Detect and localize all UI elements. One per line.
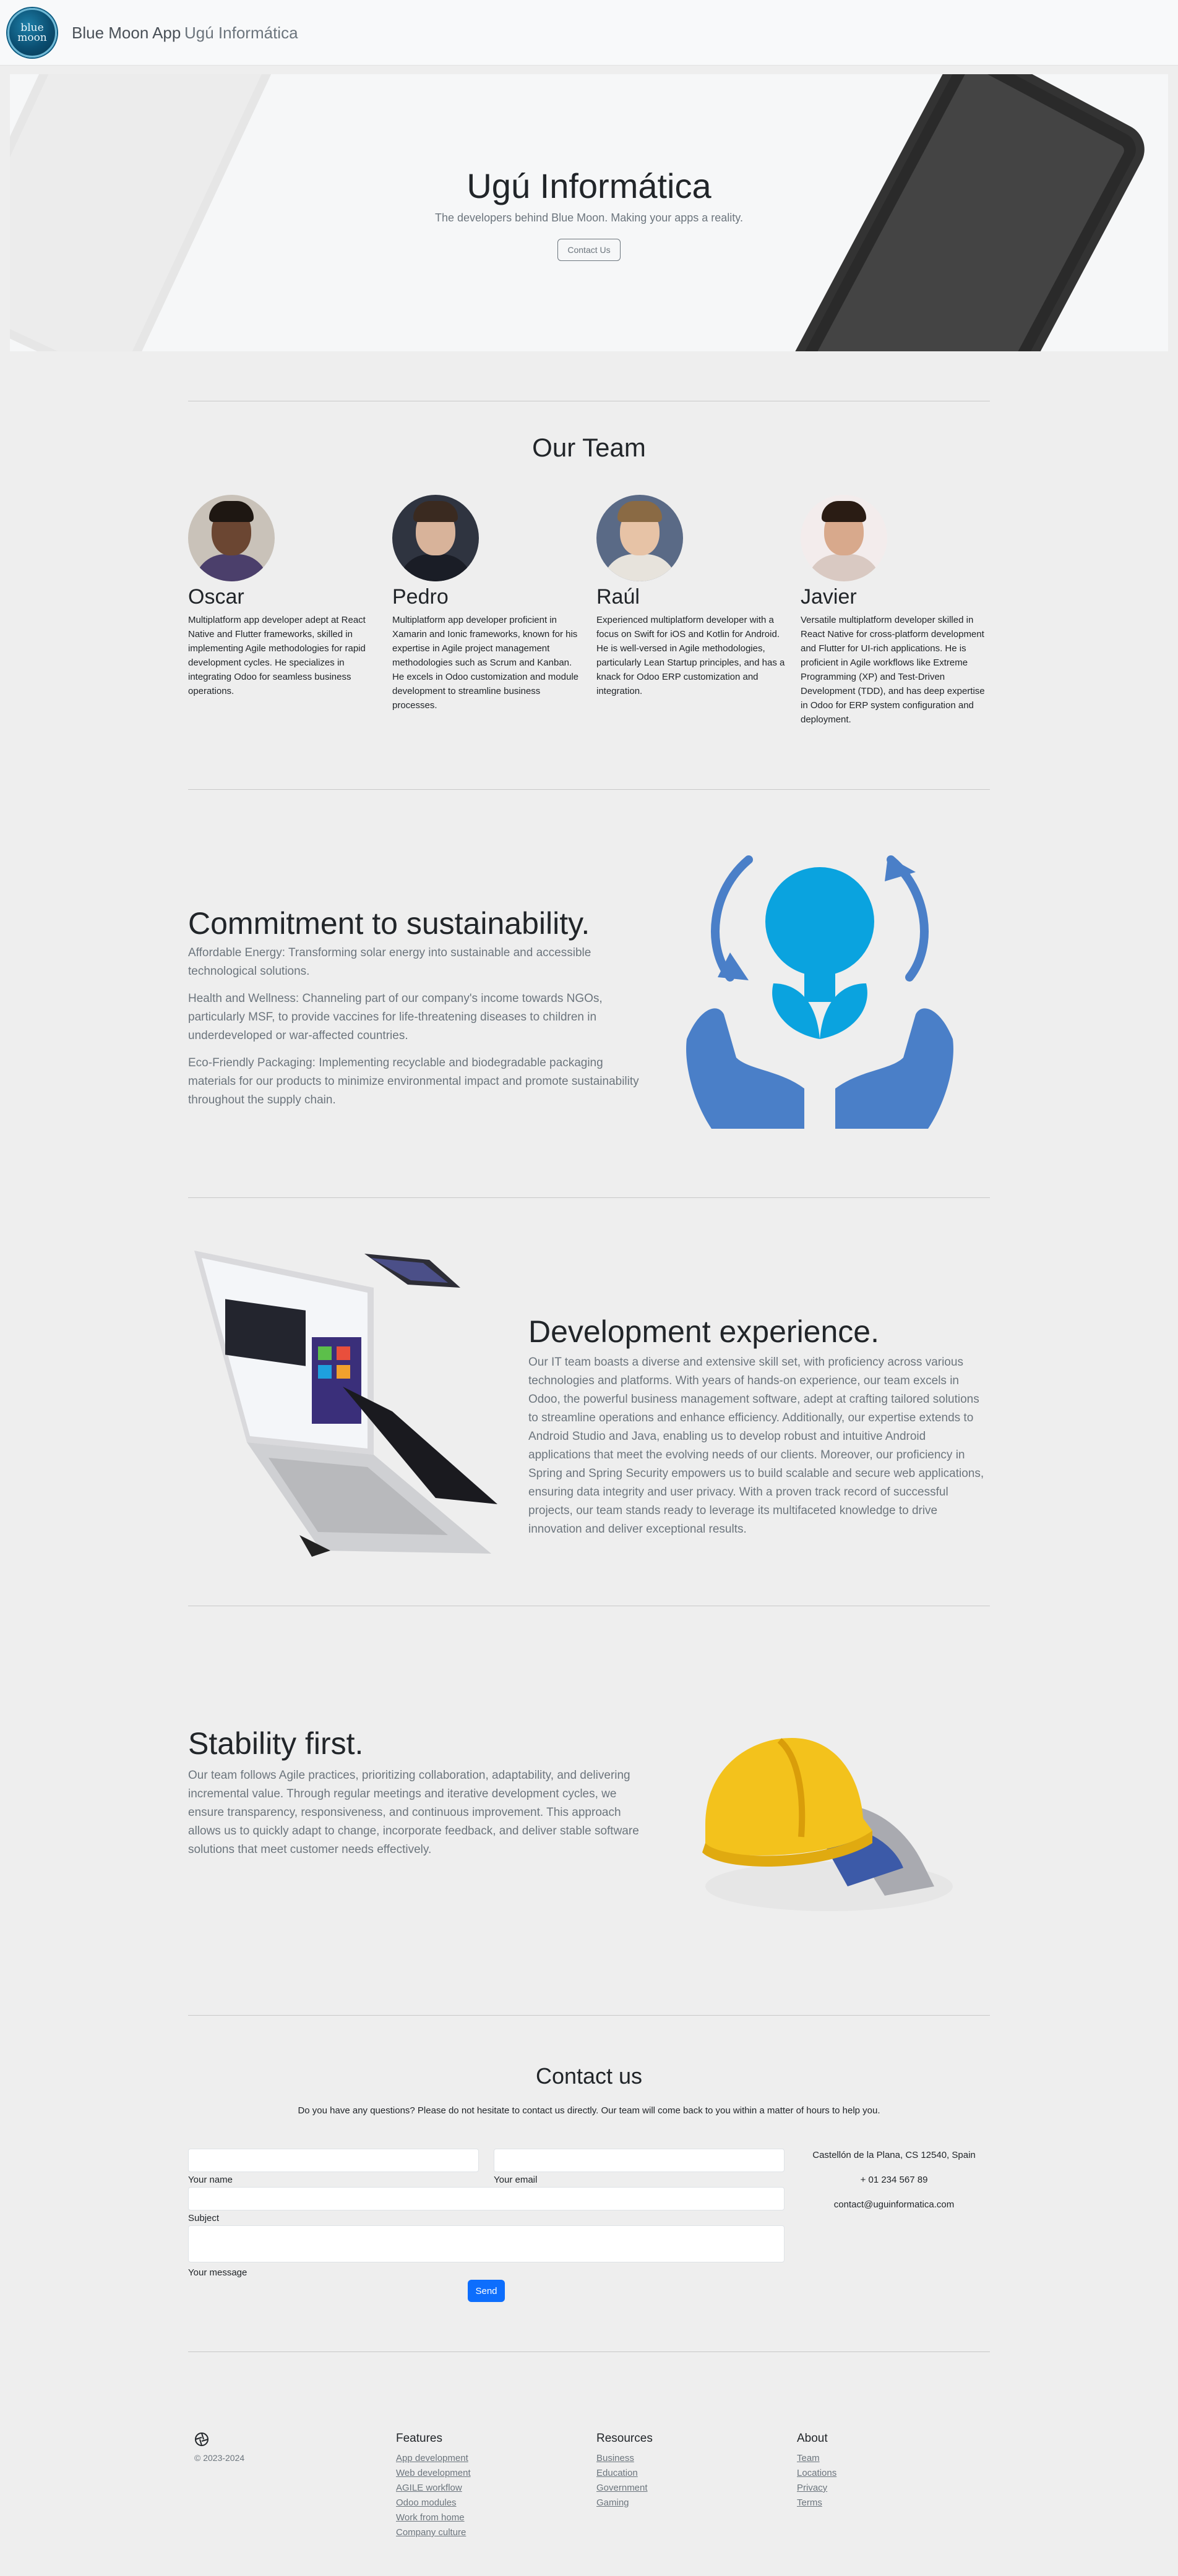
message-label: Your message bbox=[188, 2267, 247, 2278]
member-description: Experienced multiplatform developer with… bbox=[596, 615, 785, 696]
footer-link[interactable]: Web development bbox=[396, 2468, 471, 2478]
contact-email[interactable]: contact@uguinformatica.com bbox=[798, 2199, 990, 2210]
stability-title: Stability first. bbox=[188, 1726, 364, 1761]
contact-address: Castellón de la Plana, CS 12540, Spain bbox=[812, 2150, 976, 2160]
team-member-raul: Raúl Experienced multiplatform developer… bbox=[596, 495, 785, 698]
sustainability-title: Commitment to sustainability. bbox=[188, 906, 590, 941]
hero-section: Ugú Informática The developers behind Bl… bbox=[10, 74, 1168, 351]
member-description: Multiplatform app developer adept at Rea… bbox=[188, 615, 366, 696]
footer-link[interactable]: AGILE workflow bbox=[396, 2483, 462, 2493]
divider bbox=[188, 1197, 990, 1198]
sustainability-hands-bulb-icon bbox=[686, 855, 953, 1129]
contact-lead: Do you have any questions? Please do not… bbox=[298, 2105, 880, 2116]
sustainability-p3: Eco-Friendly Packaging: Implementing rec… bbox=[188, 1056, 639, 1106]
avatar bbox=[188, 495, 275, 581]
logo-line-2: moon bbox=[17, 32, 47, 44]
stability-body: Our team follows Agile practices, priori… bbox=[188, 1769, 639, 1856]
brand-logo[interactable]: blue moon bbox=[7, 8, 57, 58]
name-input[interactable] bbox=[188, 2149, 479, 2172]
footer-heading-about: About bbox=[797, 2432, 828, 2445]
avatar bbox=[392, 495, 479, 581]
contact-phone: + 01 234 567 89 bbox=[860, 2175, 928, 2185]
development-title: Development experience. bbox=[528, 1314, 879, 1349]
team-member-oscar: Oscar Multiplatform app developer adept … bbox=[188, 495, 377, 698]
team-member-pedro: Pedro Multiplatform app developer profic… bbox=[392, 495, 581, 712]
footer-heading-features: Features bbox=[396, 2432, 442, 2445]
brand-name[interactable]: Blue Moon App bbox=[72, 24, 181, 43]
footer-link[interactable]: Terms bbox=[797, 2497, 822, 2508]
footer-link[interactable]: Company culture bbox=[396, 2527, 466, 2538]
member-description: Versatile multiplatform developer skille… bbox=[801, 615, 985, 725]
footer-heading-resources: Resources bbox=[596, 2432, 653, 2445]
sustainability-p2: Health and Wellness: Channeling part of … bbox=[188, 992, 603, 1042]
hero-subtitle: The developers behind Blue Moon. Making … bbox=[435, 212, 743, 224]
member-name: Pedro bbox=[392, 585, 449, 609]
member-description: Multiplatform app developer proficient i… bbox=[392, 615, 578, 711]
send-button[interactable]: Send bbox=[468, 2280, 505, 2302]
sustainability-p1: Affordable Energy: Transforming solar en… bbox=[188, 946, 591, 978]
laptop-tablet-illustration bbox=[194, 1251, 497, 1557]
subject-input[interactable] bbox=[188, 2187, 785, 2210]
team-title: Our Team bbox=[532, 433, 646, 462]
avatar bbox=[596, 495, 683, 581]
email-input[interactable] bbox=[494, 2149, 785, 2172]
footer-link[interactable]: Locations bbox=[797, 2468, 836, 2478]
member-name: Oscar bbox=[188, 585, 244, 609]
divider bbox=[188, 2015, 990, 2016]
aperture-logo-icon[interactable] bbox=[194, 2432, 209, 2447]
footer-link[interactable]: Team bbox=[797, 2453, 820, 2463]
footer-link[interactable]: Gaming bbox=[596, 2497, 629, 2508]
hero-title: Ugú Informática bbox=[466, 166, 712, 205]
navbar: blue moon Blue Moon App Ugú Informática bbox=[0, 0, 1178, 66]
contact-us-button[interactable]: Contact Us bbox=[557, 239, 621, 261]
contact-title: Contact us bbox=[535, 2063, 643, 2089]
member-name: Javier bbox=[801, 585, 857, 609]
footer-link[interactable]: App development bbox=[396, 2453, 468, 2463]
footer-link[interactable]: Government bbox=[596, 2483, 648, 2493]
message-textarea[interactable] bbox=[188, 2225, 785, 2262]
subject-label: Subject bbox=[188, 2213, 220, 2223]
nav-link-company[interactable]: Ugú Informática bbox=[184, 24, 298, 43]
team-member-javier: Javier Versatile multiplatform developer… bbox=[801, 495, 989, 727]
development-body: Our IT team boasts a diverse and extensi… bbox=[528, 1356, 984, 1536]
footer-link[interactable]: Education bbox=[596, 2468, 638, 2478]
divider bbox=[188, 789, 990, 790]
avatar bbox=[801, 495, 887, 581]
email-label: Your email bbox=[494, 2175, 538, 2185]
footer-link[interactable]: Work from home bbox=[396, 2512, 465, 2523]
footer-copyright: © 2023-2024 bbox=[194, 2453, 245, 2463]
footer-link[interactable]: Privacy bbox=[797, 2483, 827, 2493]
divider bbox=[188, 2351, 990, 2352]
hard-hat-gloves-icon bbox=[702, 1738, 953, 1911]
name-label: Your name bbox=[188, 2175, 233, 2185]
member-name: Raúl bbox=[596, 585, 640, 609]
footer-link[interactable]: Odoo modules bbox=[396, 2497, 457, 2508]
footer-link[interactable]: Business bbox=[596, 2453, 634, 2463]
